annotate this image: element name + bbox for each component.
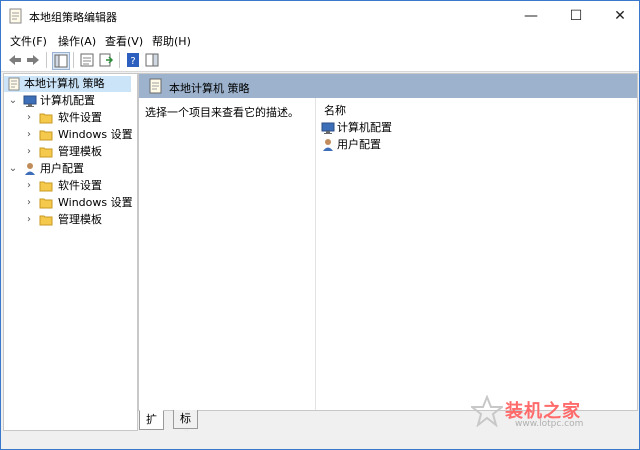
status-bar (1, 431, 639, 449)
svg-text:?: ? (130, 56, 135, 67)
chevron-right-icon[interactable]: › (24, 178, 34, 194)
tree-item-label: Windows 设置 (58, 196, 133, 209)
policy-document-icon (149, 78, 163, 94)
tree-item-label: 本地计算机 策略 (24, 77, 105, 90)
computer-icon (23, 94, 37, 108)
folder-icon (39, 196, 53, 210)
tree-item-label: 用户配置 (40, 162, 84, 175)
menu-action[interactable]: 操作(A) (58, 33, 96, 49)
pane-header-title: 本地计算机 策略 (169, 82, 250, 95)
folder-icon (39, 111, 53, 125)
tree-item-software-settings[interactable]: › 软件设置 (4, 178, 135, 194)
close-button[interactable]: ✕ (598, 1, 640, 31)
show-action-pane-icon[interactable] (144, 52, 160, 68)
toolbar: ? (1, 49, 639, 72)
tree-item-software-settings[interactable]: › 软件设置 (4, 110, 135, 126)
column-header-label: 名称 (324, 104, 346, 117)
tree-item-label: 管理模板 (58, 213, 102, 226)
toolbar-separator (73, 52, 74, 68)
details-pane: 本地计算机 策略 选择一个项目来查看它的描述。 名称 计算机配置 用户配置 (138, 73, 638, 411)
tree-item-windows-settings[interactable]: › Windows 设置 (4, 127, 135, 143)
tree-pane: 本地计算机 策略 ⌄ 计算机配置 › 软件设置 › Windows 设置 › 管… (3, 73, 138, 431)
tab-extended[interactable]: 扩展 (139, 410, 164, 444)
toolbar-separator (46, 52, 47, 68)
help-icon[interactable]: ? (125, 52, 141, 68)
chevron-right-icon[interactable]: › (24, 127, 34, 143)
chevron-right-icon[interactable]: › (24, 110, 34, 126)
star-logo-icon (469, 394, 505, 428)
user-icon (321, 138, 335, 152)
menu-view[interactable]: 查看(V) (105, 33, 143, 49)
policy-document-icon (7, 77, 21, 91)
menu-help[interactable]: 帮助(H) (152, 33, 191, 49)
description-text: 选择一个项目来查看它的描述。 (145, 106, 299, 119)
show-hide-tree-icon[interactable] (52, 52, 70, 70)
folder-icon (39, 145, 53, 159)
toolbar-separator (119, 52, 120, 68)
pane-header: 本地计算机 策略 (139, 74, 637, 98)
column-header-name[interactable]: 名称 (316, 98, 637, 118)
tree-item-admin-templates[interactable]: › 管理模板 (4, 144, 135, 160)
list-item-label: 计算机配置 (337, 121, 392, 134)
tree-item-label: 计算机配置 (40, 94, 95, 107)
tree-item-admin-templates[interactable]: › 管理模板 (4, 212, 135, 228)
policy-document-icon (9, 8, 23, 24)
folder-icon (39, 179, 53, 193)
app-window: 本地组策略编辑器 — ☐ ✕ 文件(F) 操作(A) 查看(V) 帮助(H) ? (0, 0, 640, 450)
menu-bar: 文件(F) 操作(A) 查看(V) 帮助(H) (1, 31, 639, 49)
computer-icon (321, 121, 335, 135)
watermark: 装机之家 www.lotpc.com (469, 393, 631, 433)
folder-icon (39, 128, 53, 142)
tree-item-local-policy[interactable]: 本地计算机 策略 (4, 76, 131, 92)
watermark-url: www.lotpc.com (515, 419, 584, 429)
window-title: 本地组策略编辑器 (29, 11, 117, 24)
chevron-down-icon[interactable]: ⌄ (8, 93, 18, 109)
export-list-icon[interactable] (98, 52, 114, 68)
tree-item-label: 软件设置 (58, 111, 102, 124)
tree-item-windows-settings[interactable]: › Windows 设置 (4, 195, 135, 211)
user-icon (23, 162, 37, 176)
folder-icon (39, 213, 53, 227)
chevron-down-icon[interactable]: ⌄ (8, 161, 18, 177)
tree-item-label: 管理模板 (58, 145, 102, 158)
title-bar: 本地组策略编辑器 — ☐ ✕ (1, 1, 639, 31)
tree-item-user-config[interactable]: ⌄ 用户配置 (4, 161, 135, 177)
properties-icon[interactable] (79, 52, 95, 68)
chevron-right-icon[interactable]: › (24, 195, 34, 211)
minimize-button[interactable]: — (509, 1, 553, 31)
chevron-right-icon[interactable]: › (24, 144, 34, 160)
pane-divider (315, 98, 316, 410)
chevron-right-icon[interactable]: › (24, 212, 34, 228)
forward-arrow-icon[interactable] (25, 52, 41, 68)
list-item-label: 用户配置 (337, 138, 381, 151)
tree-item-label: Windows 设置 (58, 128, 133, 141)
tree-item-label: 软件设置 (58, 179, 102, 192)
maximize-button[interactable]: ☐ (554, 1, 598, 31)
tab-standard[interactable]: 标准 (173, 410, 198, 443)
tree-item-computer-config[interactable]: ⌄ 计算机配置 (4, 93, 135, 109)
back-arrow-icon[interactable] (7, 52, 23, 68)
menu-file[interactable]: 文件(F) (10, 33, 47, 49)
